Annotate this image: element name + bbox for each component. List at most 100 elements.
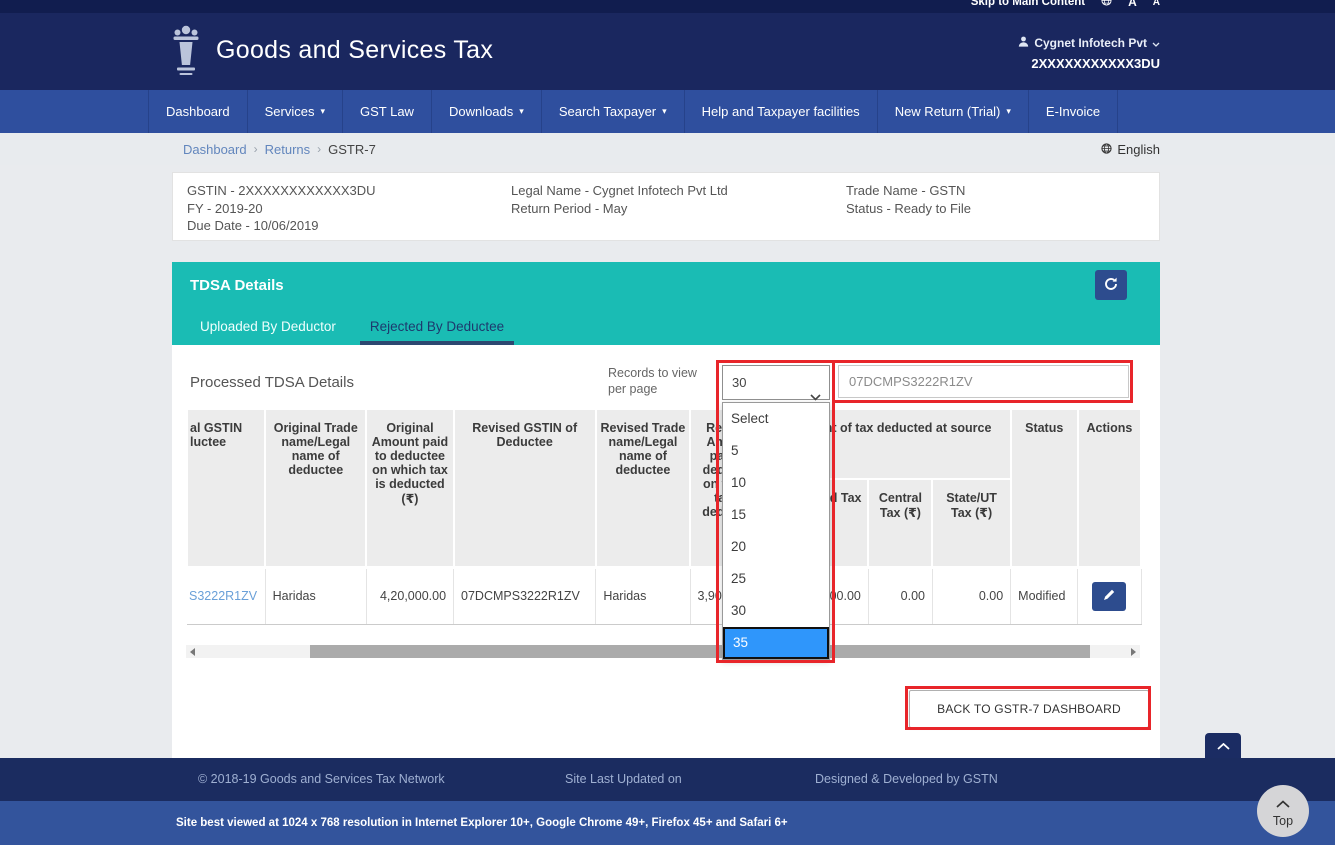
nav-downloads[interactable]: Downloads▾ [431,90,541,133]
user-gstin: 2XXXXXXXXXXX3DU [1018,56,1160,71]
horizontal-scrollbar[interactable] [186,645,1140,658]
page-title: Goods and Services Tax [216,36,493,65]
dropdown-option-20[interactable]: 20 [723,531,829,563]
gst-portal-page: Skip to Main Content A A Goods and Servi… [0,0,1335,845]
processed-tdsa-table: al GSTIN luctee Original Trade name/Lega… [186,408,1140,625]
footer-copyright: © 2018-19 Goods and Services Tax Network [198,758,445,801]
breadcrumb-bar: Dashboard › Returns › GSTR-7 English [0,133,1335,165]
scroll-left-arrow-icon[interactable] [186,645,199,658]
panel-title: TDSA Details [190,277,284,294]
records-per-page-select[interactable]: 30 [722,365,830,400]
chevron-down-icon [1152,36,1160,50]
chevron-down-icon [810,380,821,413]
main-nav: Dashboard Services▾ GST Law Downloads▾ S… [0,90,1335,133]
font-increase-button[interactable]: A [1128,0,1137,9]
footer-last-updated: Site Last Updated on [565,758,682,801]
caret-down-icon: ▾ [1006,107,1011,116]
nav-services[interactable]: Services▾ [247,90,342,133]
scroll-right-arrow-icon[interactable] [1127,645,1140,658]
table-row: S3222R1ZV Haridas 4,20,000.00 07DCMPS322… [187,567,1141,624]
user-icon [1018,36,1029,50]
breadcrumb-returns[interactable]: Returns [265,142,311,157]
pencil-icon [1103,589,1115,604]
scroll-top-tab[interactable] [1205,733,1241,758]
refresh-icon [1104,277,1118,294]
tdsa-panel-header: TDSA Details Uploaded By Deductor Reject… [172,262,1160,345]
nav-search-taxpayer[interactable]: Search Taxpayer▾ [541,90,684,133]
fy-value: FY - 2019-20 [187,200,376,218]
back-to-top-button[interactable]: Top [1257,785,1309,837]
chevron-up-icon [1217,737,1230,755]
globe-icon[interactable] [1101,0,1112,9]
font-decrease-button[interactable]: A [1153,0,1160,8]
dropdown-option-25[interactable]: 25 [723,563,829,595]
status-cell: Modified [1011,567,1078,624]
nav-help[interactable]: Help and Taxpayer facilities [684,90,877,133]
col-central-tax: Central Tax (₹) [868,479,932,567]
section-title: Processed TDSA Details [190,374,354,391]
footer: © 2018-19 Goods and Services Tax Network… [0,758,1335,801]
top-accessibility-bar: Skip to Main Content A A [0,0,1335,13]
language-selector[interactable]: English [1101,133,1160,165]
back-to-dashboard-button[interactable]: BACK TO GSTR-7 DASHBOARD [909,690,1149,728]
footer-bottom-bar: Site best viewed at 1024 x 768 resolutio… [0,801,1335,845]
skip-to-main-content-link[interactable]: Skip to Main Content [971,0,1085,8]
state-tax-cell: 0.00 [932,567,1010,624]
col-status: Status [1011,409,1078,567]
col-actions: Actions [1078,409,1141,567]
records-per-page-dropdown: Select 5 10 15 20 25 30 35 [722,402,830,660]
tab-rejected-by-deductee[interactable]: Rejected By Deductee [360,310,514,345]
refresh-button[interactable] [1095,270,1127,300]
col-state-tax: State/UT Tax (₹) [932,479,1010,567]
breadcrumb-dashboard[interactable]: Dashboard [183,142,247,157]
search-input[interactable] [838,365,1129,398]
tab-bar: Uploaded By Deductor Rejected By Deducte… [190,310,514,345]
dropdown-option-35[interactable]: 35 [723,627,829,659]
dropdown-option-5[interactable]: 5 [723,435,829,467]
app-header: Goods and Services Tax Cygnet Infotech P… [0,13,1335,90]
user-name: Cygnet Infotech Pvt [1034,36,1147,50]
caret-down-icon: ▾ [320,107,325,116]
breadcrumb: Dashboard › Returns › GSTR-7 [183,133,376,165]
chevron-up-icon [1276,795,1290,813]
tab-uploaded-by-deductor[interactable]: Uploaded By Deductor [190,310,346,345]
edit-button[interactable] [1092,582,1126,611]
dropdown-option-30[interactable]: 30 [723,595,829,627]
return-period-value: Return Period - May [511,200,728,218]
nav-e-invoice[interactable]: E-Invoice [1028,90,1118,133]
trade-name-value: Trade Name - GSTN [846,182,971,200]
records-per-page-label: Records to view per page [608,366,712,397]
col-original-gstin: al GSTIN luctee [187,409,265,567]
revised-gstin-cell: 07DCMPS3222R1ZV [454,567,596,624]
nav-new-return[interactable]: New Return (Trial)▾ [877,90,1028,133]
revised-trade-name-cell: Haridas [596,567,690,624]
original-amount-cell: 4,20,000.00 [366,567,453,624]
col-revised-trade-name: Revised Trade name/Legal name of deducte… [596,409,690,567]
status-value: Status - Ready to File [846,200,971,218]
nav-dashboard[interactable]: Dashboard [148,90,247,133]
gstin-value: GSTIN - 2XXXXXXXXXXXX3DU [187,182,376,200]
globe-icon [1101,142,1112,157]
nav-gst-law[interactable]: GST Law [342,90,431,133]
breadcrumb-separator: › [317,142,321,156]
legal-name-value: Legal Name - Cygnet Infotech Pvt Ltd [511,182,728,200]
breadcrumb-separator: › [254,142,258,156]
original-gstin-link[interactable]: S3222R1ZV [189,589,257,603]
user-menu[interactable]: Cygnet Infotech Pvt [1018,36,1160,50]
breadcrumb-current: GSTR-7 [328,142,376,157]
col-original-trade-name: Original Trade name/Legal name of deduct… [265,409,366,567]
footer-browser-note: Site best viewed at 1024 x 768 resolutio… [176,801,788,845]
caret-down-icon: ▾ [662,107,667,116]
tdsa-details-panel: TDSA Details Uploaded By Deductor Reject… [172,262,1160,758]
col-revised-gstin: Revised GSTIN of Deductee [454,409,596,567]
original-trade-name-cell: Haridas [265,567,366,624]
footer-designed-by: Designed & Developed by GSTN [815,758,998,801]
dropdown-option-15[interactable]: 15 [723,499,829,531]
india-emblem-logo [170,24,202,83]
caret-down-icon: ▾ [519,107,524,116]
central-tax-cell: 0.00 [868,567,932,624]
dropdown-option-10[interactable]: 10 [723,467,829,499]
scrollbar-thumb[interactable] [310,645,1090,658]
due-date-value: Due Date - 10/06/2019 [187,217,376,235]
return-info-card: GSTIN - 2XXXXXXXXXXXX3DU FY - 2019-20 Du… [172,172,1160,241]
